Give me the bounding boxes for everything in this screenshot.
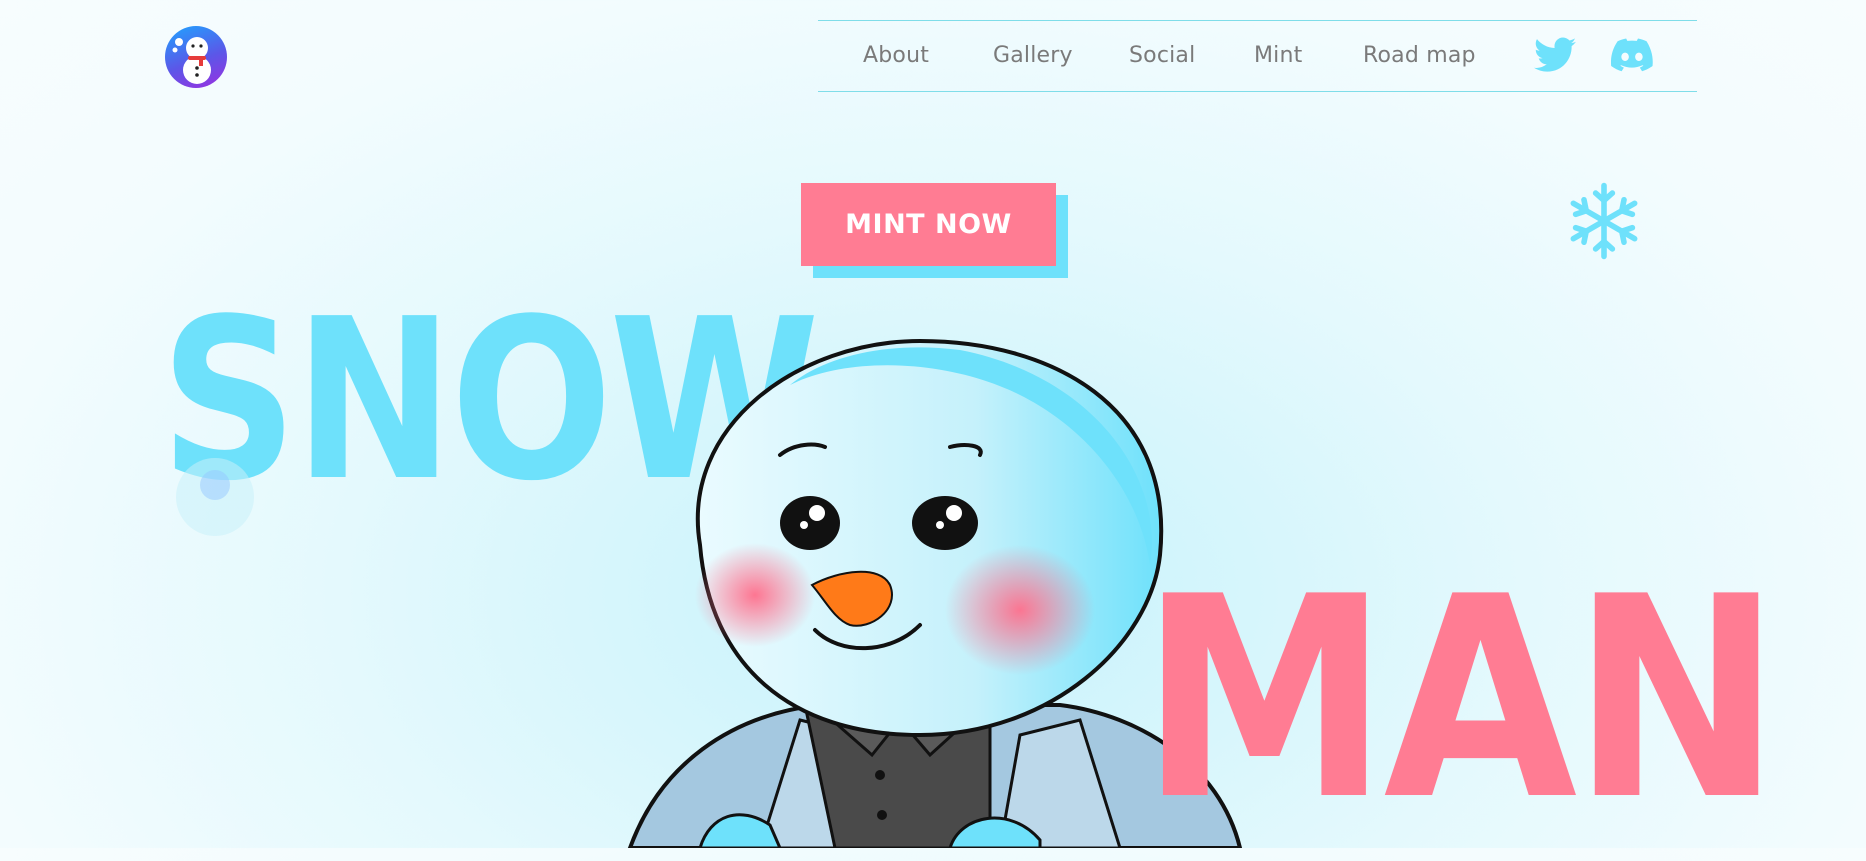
main-nav: About Gallery Social Mint Road map (818, 20, 1697, 92)
mint-now-wrapper: MINT NOW (801, 183, 1069, 279)
snowflake-icon (1570, 182, 1638, 260)
discord-icon[interactable] (1610, 37, 1653, 73)
nav-link-roadmap[interactable]: Road map (1363, 43, 1476, 68)
nav-link-about[interactable]: About (863, 43, 929, 68)
decorative-bubble-small (200, 470, 230, 500)
snowman-logo-icon (172, 37, 211, 84)
twitter-icon[interactable] (1534, 37, 1576, 73)
nav-link-gallery[interactable]: Gallery (993, 43, 1073, 68)
nav-link-mint[interactable]: Mint (1254, 43, 1302, 68)
logo[interactable] (165, 26, 227, 88)
mint-now-button[interactable]: MINT NOW (801, 183, 1056, 266)
nav-link-social[interactable]: Social (1129, 43, 1195, 68)
hero-title-man: MAN (1140, 537, 1781, 861)
